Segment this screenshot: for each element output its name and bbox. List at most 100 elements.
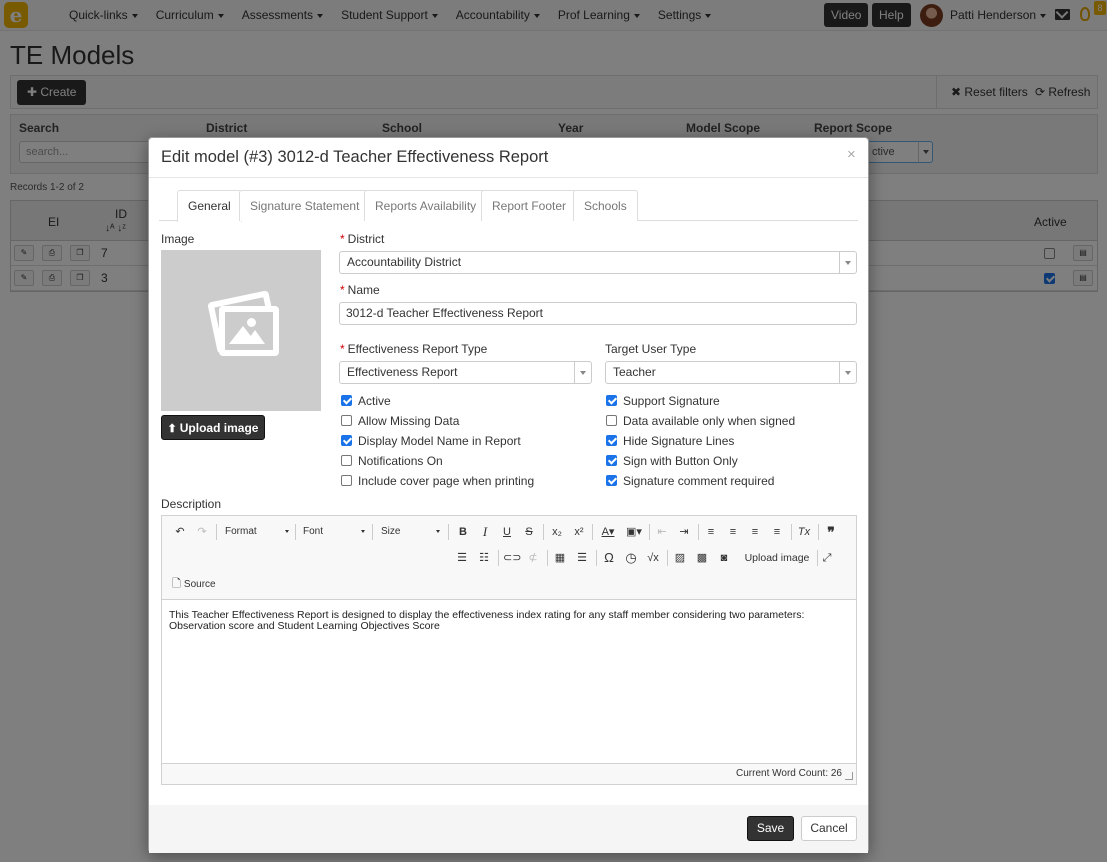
- strikethrough-icon[interactable]: S: [521, 523, 537, 541]
- image-placeholder: [161, 250, 321, 411]
- upload-image-button[interactable]: ⬆ Upload image: [161, 415, 265, 440]
- toolbar-divider: [448, 524, 449, 540]
- toolbar-divider: [667, 550, 668, 566]
- image-icon-mountain: [245, 330, 265, 344]
- required-marker: *: [340, 232, 345, 246]
- tab-signature-statement[interactable]: Signature Statement: [239, 190, 371, 221]
- checkbox-checked[interactable]: [606, 435, 617, 446]
- cancel-button[interactable]: Cancel: [801, 816, 857, 841]
- clock-icon[interactable]: ◷: [623, 549, 639, 567]
- chevron-down-icon: [361, 530, 365, 533]
- report-type-label: * Effectiveness Report Type: [340, 342, 488, 356]
- bold-icon[interactable]: B: [455, 523, 471, 541]
- italic-icon[interactable]: I: [477, 523, 493, 541]
- tab-schools[interactable]: Schools: [573, 190, 638, 221]
- district-select[interactable]: Accountability District: [339, 251, 857, 274]
- align-right-icon[interactable]: ≡: [747, 523, 763, 541]
- name-input[interactable]: 3012-d Teacher Effectiveness Report: [339, 302, 857, 325]
- math-icon[interactable]: √x: [645, 549, 661, 567]
- underline-icon[interactable]: U: [499, 523, 515, 541]
- size-dropdown[interactable]: Size: [381, 523, 440, 541]
- modal-title: Edit model (#3) 3012-d Teacher Effective…: [161, 148, 549, 166]
- upload-icon: ⬆: [167, 423, 177, 435]
- chevron-down-icon: [285, 530, 289, 533]
- editor-status-bar: Current Word Count: 26: [162, 763, 856, 784]
- maximize-icon[interactable]: ⤢: [819, 549, 835, 567]
- background-color-icon[interactable]: ▣▾: [623, 523, 645, 541]
- name-label: * Name: [340, 283, 380, 297]
- target-user-type-label: Target User Type: [605, 342, 697, 356]
- checkbox-unchecked[interactable]: [341, 455, 352, 466]
- tab-bar: General Signature Statement Reports Avai…: [159, 189, 858, 222]
- chevron-down-icon: [436, 530, 440, 533]
- toolbar-divider: [498, 550, 499, 566]
- chevron-down-icon: [839, 362, 856, 383]
- checkbox-checked[interactable]: [606, 455, 617, 466]
- checkbox-unchecked[interactable]: [606, 415, 617, 426]
- blockquote-icon[interactable]: ❞: [823, 523, 839, 541]
- source-icon: 🗋: [172, 578, 184, 590]
- required-marker: *: [340, 283, 345, 297]
- chevron-down-icon: [574, 362, 591, 383]
- toolbar-divider: [817, 550, 818, 566]
- numbered-list-icon[interactable]: ☰: [454, 549, 470, 567]
- text-color-icon[interactable]: A▾: [597, 523, 619, 541]
- toolbar-divider: [698, 524, 699, 540]
- upload-image-toolbar-button[interactable]: Upload image: [740, 549, 814, 567]
- source-button[interactable]: 🗋 Source: [172, 575, 224, 593]
- special-character-icon[interactable]: Ω: [601, 549, 617, 567]
- toolbar-divider: [818, 524, 819, 540]
- gallery-icon[interactable]: ▩: [694, 549, 710, 567]
- bulleted-list-icon[interactable]: ☷: [476, 549, 492, 567]
- checkbox-checked[interactable]: [341, 395, 352, 406]
- required-marker: *: [340, 342, 345, 356]
- superscript-icon[interactable]: x²: [570, 523, 588, 541]
- toolbar-divider: [791, 524, 792, 540]
- checkbox-checked[interactable]: [341, 435, 352, 446]
- link-icon[interactable]: ⊂⊃: [503, 549, 521, 567]
- toolbar-divider: [592, 524, 593, 540]
- district-label: * District: [340, 232, 385, 246]
- word-count: Current Word Count: 26: [736, 768, 842, 779]
- clear-format-icon[interactable]: Tx: [796, 523, 812, 541]
- checkbox-checked[interactable]: [606, 395, 617, 406]
- checkbox-checked[interactable]: [606, 475, 617, 486]
- align-left-icon[interactable]: ≡: [703, 523, 719, 541]
- close-icon[interactable]: ×: [847, 146, 856, 163]
- edit-model-dialog: Edit model (#3) 3012-d Teacher Effective…: [148, 137, 869, 853]
- format-dropdown[interactable]: Format: [225, 523, 289, 541]
- report-type-select[interactable]: Effectiveness Report: [339, 361, 592, 384]
- description-label: Description: [161, 497, 222, 511]
- outdent-icon[interactable]: ⇤: [654, 523, 670, 541]
- resize-grip-icon[interactable]: [845, 772, 853, 780]
- save-button[interactable]: Save: [747, 816, 794, 841]
- toolbar-divider: [547, 550, 548, 566]
- toolbar-divider: [543, 524, 544, 540]
- toolbar-divider: [372, 524, 373, 540]
- editor-toolbar: ↶ ↷ Format Font Size B I U S x₂ x² A▾ ▣▾…: [162, 516, 856, 600]
- image-label: Image: [161, 232, 195, 246]
- modal-header-divider: [149, 177, 868, 178]
- indent-icon[interactable]: ⇥: [676, 523, 692, 541]
- horizontal-line-icon[interactable]: ☰: [574, 549, 590, 567]
- chevron-down-icon: [839, 252, 856, 273]
- font-dropdown[interactable]: Font: [303, 523, 365, 541]
- checkbox-unchecked[interactable]: [341, 475, 352, 486]
- unlink-icon[interactable]: ⊄: [525, 549, 541, 567]
- table-icon[interactable]: ▦: [552, 549, 568, 567]
- description-editor: ↶ ↷ Format Font Size B I U S x₂ x² A▾ ▣▾…: [161, 515, 857, 785]
- subscript-icon[interactable]: x₂: [548, 523, 566, 541]
- undo-icon[interactable]: ↶: [172, 523, 188, 541]
- editor-content[interactable]: This Teacher Effectiveness Report is des…: [169, 610, 853, 632]
- toolbar-divider: [596, 550, 597, 566]
- align-center-icon[interactable]: ≡: [725, 523, 741, 541]
- tab-report-footer[interactable]: Report Footer: [481, 190, 578, 221]
- target-user-type-select[interactable]: Teacher: [605, 361, 857, 384]
- redo-icon[interactable]: ↷: [194, 523, 210, 541]
- camera-icon[interactable]: ◙: [716, 549, 732, 567]
- justify-icon[interactable]: ≡: [769, 523, 785, 541]
- tab-reports-availability[interactable]: Reports Availability: [364, 190, 488, 221]
- tab-general[interactable]: General: [177, 190, 242, 222]
- checkbox-unchecked[interactable]: [341, 415, 352, 426]
- image-icon[interactable]: ▨: [672, 549, 688, 567]
